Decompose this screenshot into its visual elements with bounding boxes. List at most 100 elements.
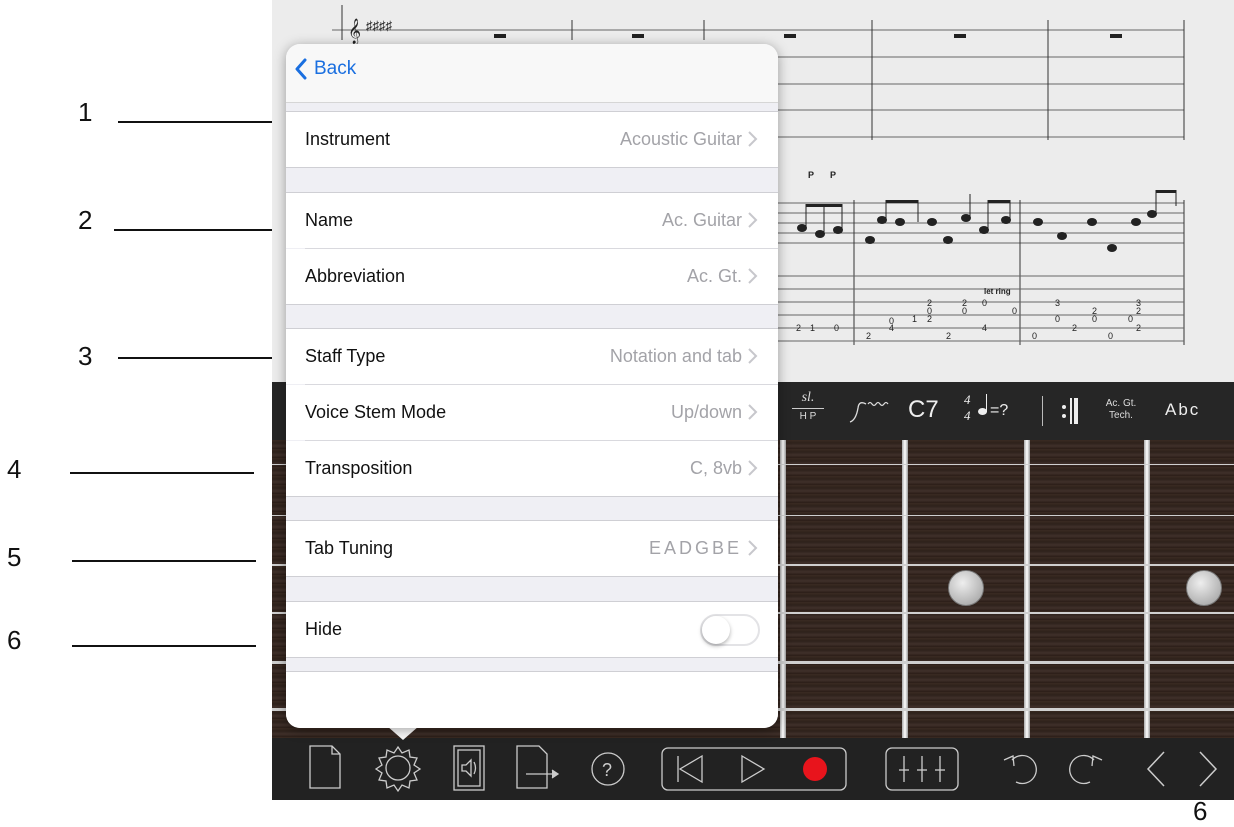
fret <box>780 440 786 738</box>
fret <box>902 440 908 738</box>
row-label: Transposition <box>305 458 413 478</box>
svg-text:2: 2 <box>1136 306 1141 316</box>
row-name[interactable]: Name Ac. Guitar <box>286 193 778 248</box>
callout-line-6 <box>72 645 256 647</box>
chevron-right-icon <box>748 348 758 364</box>
svg-text:4: 4 <box>889 323 894 333</box>
svg-text:0: 0 <box>1055 314 1060 324</box>
row-label: Staff Type <box>305 346 386 366</box>
export-icon[interactable] <box>516 745 560 789</box>
svg-text:0: 0 <box>1128 314 1133 324</box>
svg-text:2: 2 <box>946 331 951 341</box>
fret-marker <box>1186 570 1222 606</box>
row-value: Ac. Gt. <box>686 266 742 286</box>
new-document-icon[interactable] <box>309 745 341 789</box>
svg-text:2: 2 <box>796 323 801 333</box>
svg-text:2: 2 <box>866 331 871 341</box>
help-icon[interactable]: ? <box>591 752 625 786</box>
staff-settings-popover: Back Instrument Acoustic Guitar Name Ac.… <box>286 44 778 728</box>
svg-text:0: 0 <box>1012 306 1017 316</box>
callout-line-1 <box>118 121 282 123</box>
callout-line-3 <box>118 357 282 359</box>
row-voice-stem-mode[interactable]: Voice Stem Mode Up/down <box>286 385 778 440</box>
chevron-left-icon <box>295 58 307 80</box>
svg-text:2: 2 <box>1072 323 1077 333</box>
tab-numbers: 2 1 0 0 4 1 2 2 0 2 0 2 4 0 0 3 0 2 0 2 … <box>796 298 1141 341</box>
group-border <box>286 657 778 658</box>
toggle-knob <box>702 616 730 644</box>
svg-text:1: 1 <box>912 314 917 324</box>
repeat-tool[interactable] <box>1060 396 1082 426</box>
row-instrument[interactable]: Instrument Acoustic Guitar <box>286 112 778 167</box>
svg-text:1: 1 <box>810 323 815 333</box>
vibrato-tool[interactable] <box>846 396 900 426</box>
svg-text:2: 2 <box>1136 323 1141 333</box>
callout-3: 3 <box>78 341 93 371</box>
row-label: Voice Stem Mode <box>305 402 447 422</box>
hide-toggle[interactable] <box>700 614 760 646</box>
svg-text:0: 0 <box>927 306 932 316</box>
row-label: Tab Tuning <box>305 538 394 558</box>
svg-text:2: 2 <box>1092 306 1097 316</box>
fret-marker <box>948 570 984 606</box>
rewind-icon[interactable] <box>677 754 703 784</box>
svg-text:?: ? <box>602 760 612 780</box>
transport-group <box>661 747 847 791</box>
fret <box>1144 440 1150 738</box>
row-tab-tuning[interactable]: Tab Tuning EADGBE <box>286 521 778 576</box>
divider <box>1042 396 1043 426</box>
time-signature-tool[interactable]: 4 4 =? <box>964 392 1028 430</box>
callout-line-5 <box>72 560 256 562</box>
row-staff-type[interactable]: Staff Type Notation and tab <box>286 329 778 384</box>
empty-row <box>286 672 778 728</box>
fret <box>1024 440 1030 738</box>
callout-2: 2 <box>78 205 93 235</box>
bottom-toolbar-icons: ? <box>309 745 1218 793</box>
mixer-icon[interactable] <box>885 747 959 791</box>
callout-line-4 <box>70 472 254 474</box>
settings-icon[interactable] <box>374 745 422 793</box>
callout-4: 4 <box>7 454 22 484</box>
undo-icon[interactable] <box>1003 754 1037 785</box>
svg-text:P: P <box>808 170 814 180</box>
group-border <box>286 496 778 497</box>
row-value: EADGBE <box>648 538 742 558</box>
row-transposition[interactable]: Transposition C, 8vb <box>286 441 778 496</box>
chord-tool[interactable]: C7 <box>908 396 939 424</box>
chevron-right-icon <box>748 212 758 228</box>
text-tool[interactable]: Abc <box>1165 400 1200 420</box>
chevron-right-icon <box>748 460 758 476</box>
svg-text:0: 0 <box>1032 331 1037 341</box>
technique-tool[interactable]: Ac. Gt. Tech. <box>1098 398 1144 422</box>
previous-icon[interactable] <box>1146 751 1165 787</box>
row-hide: Hide <box>286 602 778 657</box>
record-icon[interactable] <box>803 757 827 781</box>
chevron-right-icon <box>748 268 758 284</box>
play-icon[interactable] <box>741 754 766 784</box>
chevron-right-icon <box>748 131 758 147</box>
popover-arrow <box>387 726 419 740</box>
bottom-toolbar: ? <box>272 738 1234 800</box>
row-label: Name <box>305 210 354 230</box>
chevron-right-icon <box>748 540 758 556</box>
svg-text:0: 0 <box>1108 331 1113 341</box>
row-abbreviation[interactable]: Abbreviation Ac. Gt. <box>286 249 778 304</box>
back-button[interactable]: Back <box>294 58 356 80</box>
group-border <box>286 167 778 168</box>
svg-text:4: 4 <box>982 323 987 333</box>
speaker-icon[interactable] <box>453 745 485 791</box>
row-label: Abbreviation <box>305 266 406 286</box>
svg-text:P: P <box>830 170 836 180</box>
chevron-right-icon <box>748 404 758 420</box>
slide-tool[interactable]: sl. H P <box>788 390 828 432</box>
callout-6-bottom: 6 <box>1193 796 1208 826</box>
callout-5: 5 <box>7 542 22 572</box>
svg-text:let ring: let ring <box>984 287 1011 296</box>
callout-6: 6 <box>7 625 22 655</box>
row-value: Acoustic Guitar <box>619 129 742 149</box>
next-icon[interactable] <box>1199 751 1218 787</box>
vibrato-icon <box>849 401 889 423</box>
row-label: Instrument <box>305 129 391 149</box>
back-label: Back <box>314 58 357 79</box>
redo-icon[interactable] <box>1069 754 1103 785</box>
